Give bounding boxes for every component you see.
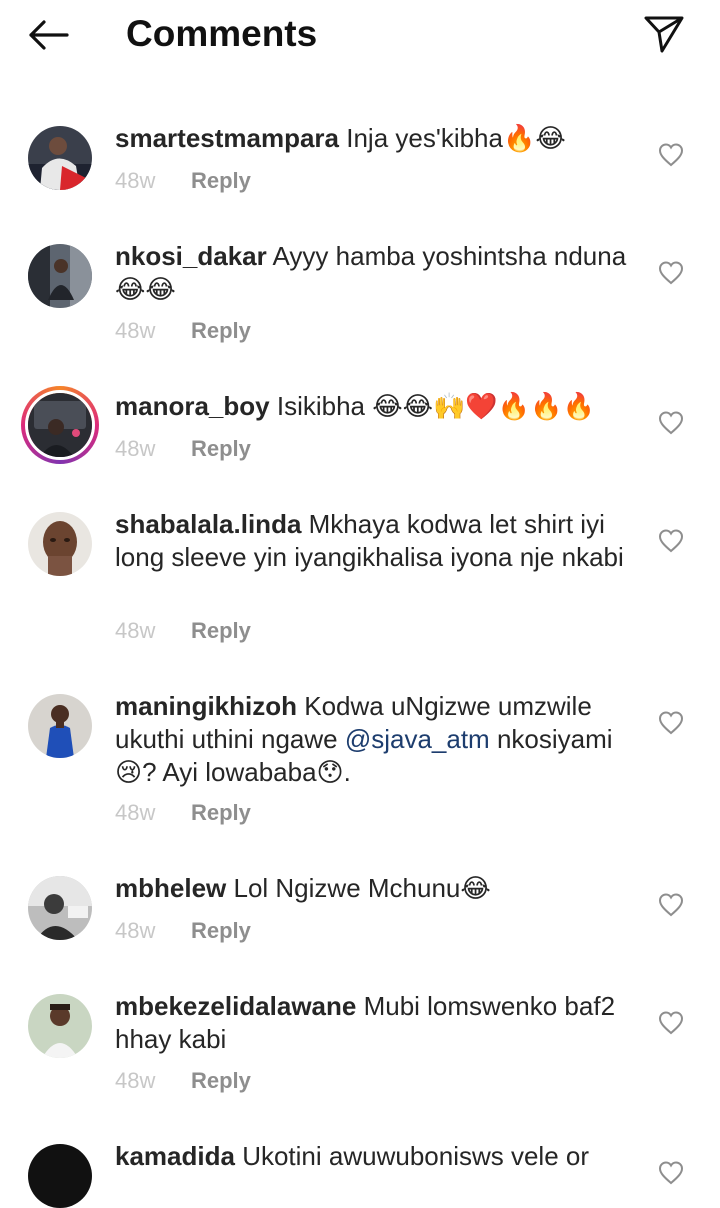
back-button[interactable]	[24, 14, 72, 56]
avatar[interactable]	[28, 876, 92, 940]
reply-button[interactable]: Reply	[191, 618, 251, 643]
heart-icon[interactable]	[658, 1160, 684, 1186]
reply-button[interactable]: Reply	[191, 800, 251, 825]
comment-body: Isikibha 😂😂🙌❤️🔥🔥🔥	[276, 391, 595, 421]
top-bar: Comments	[0, 0, 720, 70]
comment-body: Ukotini awuwubonisws vele or	[242, 1141, 590, 1171]
comment-time: 48w	[115, 918, 156, 943]
mention-link[interactable]: @sjava_atm	[345, 724, 490, 754]
comment-username[interactable]: mbhelew	[115, 873, 226, 903]
comment-meta: 48w Reply	[115, 316, 251, 346]
avatar[interactable]	[28, 244, 92, 308]
comment-text-block: shabalala.linda Mkhaya kodwa let shirt i…	[115, 508, 645, 574]
reply-button[interactable]: Reply	[191, 318, 251, 343]
page-title: Comments	[126, 13, 318, 54]
reply-button[interactable]: Reply	[191, 436, 251, 461]
comment-text-block: mbekezelidalawane Mubi lomswenko baf2 hh…	[115, 990, 645, 1056]
comment-text-block: mbhelew Lol Ngizwe Mchunu😂	[115, 872, 645, 905]
heart-icon[interactable]	[658, 1010, 684, 1036]
heart-icon[interactable]	[658, 892, 684, 918]
heart-icon[interactable]	[658, 260, 684, 286]
reply-button[interactable]: Reply	[191, 918, 251, 943]
reply-button[interactable]: Reply	[191, 1068, 251, 1093]
comment-meta: 48w Reply	[115, 916, 251, 946]
comment-meta: 48w Reply	[115, 616, 251, 646]
avatar[interactable]	[28, 994, 92, 1058]
comment-username[interactable]: kamadida	[115, 1141, 235, 1171]
comment-meta: 48w Reply	[115, 798, 251, 828]
heart-icon[interactable]	[658, 410, 684, 436]
comment-text-block: smartestmampara Inja yes'kibha🔥😂	[115, 122, 645, 155]
avatar[interactable]	[28, 512, 92, 576]
comment-username[interactable]: manora_boy	[115, 391, 270, 421]
comment-username[interactable]: maningikhizoh	[115, 691, 297, 721]
comment-body: Lol Ngizwe Mchunu😂	[233, 873, 491, 903]
comment-time: 48w	[115, 1068, 156, 1093]
comment-username[interactable]: mbekezelidalawane	[115, 991, 356, 1021]
avatar[interactable]	[28, 1144, 92, 1208]
avatar[interactable]	[28, 126, 92, 190]
comment-time: 48w	[115, 618, 156, 643]
comment-username[interactable]: smartestmampara	[115, 123, 339, 153]
comment-meta: 48w Reply	[115, 434, 251, 464]
heart-icon[interactable]	[658, 528, 684, 554]
heart-icon[interactable]	[658, 142, 684, 168]
avatar-story-ring[interactable]	[21, 386, 99, 464]
comment-username[interactable]: shabalala.linda	[115, 509, 301, 539]
comment-meta: 48w Reply	[115, 166, 251, 196]
avatar[interactable]	[28, 694, 92, 758]
comment-time: 48w	[115, 436, 156, 461]
comment-body: Inja yes'kibha🔥😂	[346, 123, 566, 153]
comment-time: 48w	[115, 318, 156, 343]
share-button[interactable]	[640, 12, 688, 56]
heart-icon[interactable]	[658, 710, 684, 736]
comment-text-block: manora_boy Isikibha 😂😂🙌❤️🔥🔥🔥	[115, 390, 645, 423]
arrow-left-icon	[29, 20, 69, 50]
comment-meta: 48w Reply	[115, 1066, 251, 1096]
comment-text-block: nkosi_dakar Ayyy hamba yoshintsha nduna …	[115, 240, 645, 306]
comment-text-block: maningikhizoh Kodwa uNgizwe umzwile ukut…	[115, 690, 645, 789]
paper-plane-icon	[644, 16, 684, 53]
reply-button[interactable]: Reply	[191, 168, 251, 193]
comment-text-block: kamadida Ukotini awuwubonisws vele or	[115, 1140, 645, 1173]
comment-username[interactable]: nkosi_dakar	[115, 241, 267, 271]
comment-time: 48w	[115, 168, 156, 193]
comment-time: 48w	[115, 800, 156, 825]
